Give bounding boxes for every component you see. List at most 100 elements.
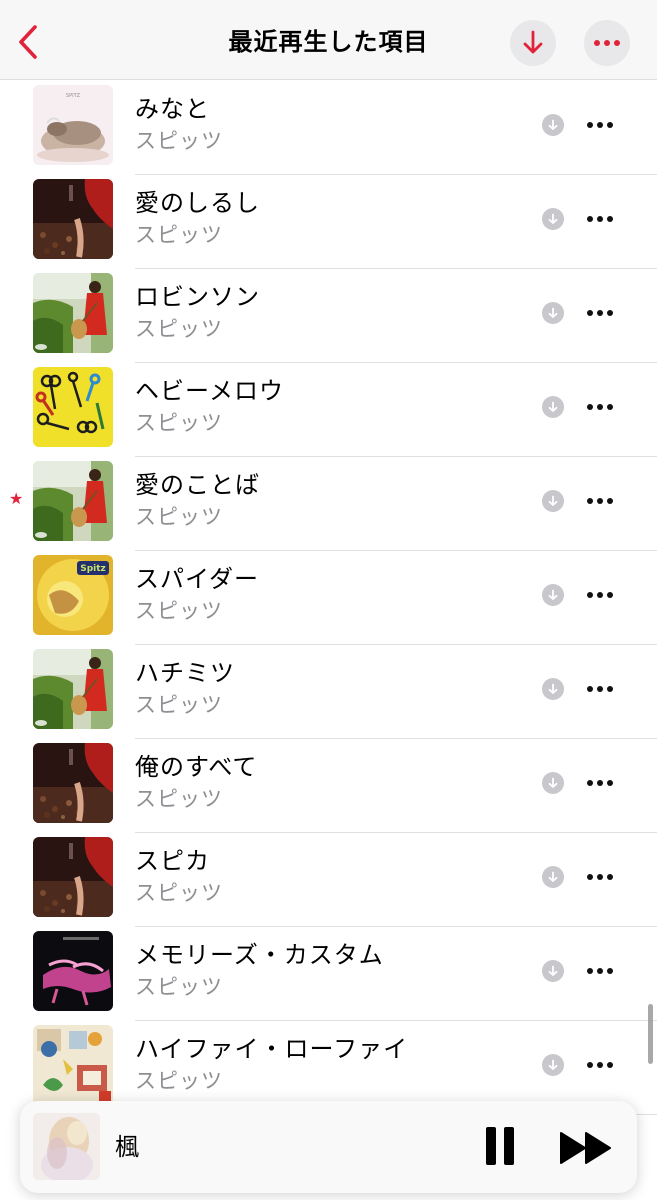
song-more-button[interactable] xyxy=(582,1049,618,1081)
ellipsis-icon xyxy=(587,874,613,880)
ellipsis-icon xyxy=(587,592,613,598)
song-row[interactable]: ヘビーメロウ スピッツ xyxy=(0,363,657,457)
download-arrow-icon xyxy=(548,213,558,224)
album-text: Spitz xyxy=(80,564,106,574)
album-artwork[interactable] xyxy=(33,743,113,823)
download-arrow-icon xyxy=(523,30,543,54)
fast-forward-icon[interactable] xyxy=(560,1131,612,1165)
download-button[interactable] xyxy=(542,772,564,794)
song-artist: スピッツ xyxy=(135,693,223,717)
album-artwork[interactable] xyxy=(33,1025,113,1105)
star-icon: ★ xyxy=(9,489,24,508)
song-more-button[interactable] xyxy=(582,861,618,893)
download-arrow-icon xyxy=(548,683,558,694)
song-title: メモリーズ・カスタム xyxy=(135,941,384,969)
album-artwork[interactable] xyxy=(33,367,113,447)
nav-header: 最近再生した項目 xyxy=(0,0,657,80)
song-row[interactable]: Spitz スパイダー スピッツ xyxy=(0,551,657,645)
song-artist: スピッツ xyxy=(135,975,223,999)
song-title: スピカ xyxy=(135,847,210,875)
song-more-button[interactable] xyxy=(582,203,618,235)
pause-button[interactable] xyxy=(483,1127,517,1167)
ellipsis-icon xyxy=(587,216,613,222)
mini-player[interactable]: 楓 xyxy=(20,1101,637,1193)
album-artwork[interactable] xyxy=(33,931,113,1011)
download-arrow-icon xyxy=(548,495,558,506)
song-more-button[interactable] xyxy=(582,485,618,517)
song-artist: スピッツ xyxy=(135,505,223,529)
download-arrow-icon xyxy=(548,307,558,318)
song-title: 愛のしるし xyxy=(135,189,260,217)
download-arrow-icon xyxy=(548,777,558,788)
album-artwork[interactable] xyxy=(33,837,113,917)
album-artwork[interactable]: Spitz xyxy=(33,555,113,635)
pause-icon-bar-right xyxy=(504,1127,514,1165)
song-more-button[interactable] xyxy=(582,297,618,329)
download-all-button[interactable] xyxy=(510,20,556,66)
download-button[interactable] xyxy=(542,960,564,982)
download-button[interactable] xyxy=(542,490,564,512)
ellipsis-icon xyxy=(587,968,613,974)
ellipsis-icon xyxy=(587,404,613,410)
download-arrow-icon xyxy=(548,871,558,882)
song-title: 俺のすべて xyxy=(135,753,258,781)
song-title: ハチミツ xyxy=(135,659,235,687)
song-artist: スピッツ xyxy=(135,223,223,247)
song-title: スパイダー xyxy=(135,565,260,593)
song-more-button[interactable] xyxy=(582,109,618,141)
ellipsis-icon xyxy=(587,310,613,316)
download-arrow-icon xyxy=(548,119,558,130)
download-button[interactable] xyxy=(542,584,564,606)
song-title: ヘビーメロウ xyxy=(135,377,285,405)
song-row[interactable]: SPITZ みなと スピッツ xyxy=(0,81,657,175)
song-artist: スピッツ xyxy=(135,411,223,435)
download-arrow-icon xyxy=(548,589,558,600)
song-row[interactable]: 愛のしるし スピッツ xyxy=(0,175,657,269)
song-more-button[interactable] xyxy=(582,673,618,705)
download-button[interactable] xyxy=(542,678,564,700)
ellipsis-icon xyxy=(594,40,620,46)
song-more-button[interactable] xyxy=(582,579,618,611)
song-row[interactable]: 俺のすべて スピッツ xyxy=(0,739,657,833)
album-artwork[interactable] xyxy=(33,273,113,353)
song-row[interactable]: ★ 愛のことば スピッツ xyxy=(0,457,657,551)
more-options-button[interactable] xyxy=(584,20,630,66)
chevron-left-icon xyxy=(19,25,37,59)
song-more-button[interactable] xyxy=(582,955,618,987)
download-button[interactable] xyxy=(542,114,564,136)
song-row[interactable]: ロビンソン スピッツ xyxy=(0,269,657,363)
download-arrow-icon xyxy=(548,401,558,412)
download-button[interactable] xyxy=(542,866,564,888)
song-title: ロビンソン xyxy=(135,283,260,311)
ellipsis-icon xyxy=(587,780,613,786)
album-artwork[interactable]: SPITZ xyxy=(33,85,113,165)
song-title: 愛のことば xyxy=(135,471,260,499)
song-artist: スピッツ xyxy=(135,881,223,905)
pause-icon-bar-left xyxy=(486,1127,496,1165)
song-row[interactable]: ハチミツ スピッツ xyxy=(0,645,657,739)
song-artist: スピッツ xyxy=(135,599,223,623)
song-more-button[interactable] xyxy=(582,391,618,423)
download-button[interactable] xyxy=(542,396,564,418)
download-arrow-icon xyxy=(548,965,558,976)
download-button[interactable] xyxy=(542,208,564,230)
scrollbar[interactable] xyxy=(648,1004,653,1064)
album-artwork[interactable] xyxy=(33,179,113,259)
song-row[interactable]: メモリーズ・カスタム スピッツ xyxy=(0,927,657,1021)
song-artist: スピッツ xyxy=(135,129,223,153)
song-artist: スピッツ xyxy=(135,317,223,341)
song-title: ハイファイ・ローファイ xyxy=(135,1035,409,1063)
ellipsis-icon xyxy=(587,686,613,692)
back-button[interactable] xyxy=(8,20,48,64)
album-artwork[interactable] xyxy=(33,649,113,729)
song-more-button[interactable] xyxy=(582,767,618,799)
download-button[interactable] xyxy=(542,302,564,324)
now-playing-artwork[interactable] xyxy=(33,1113,100,1180)
download-arrow-icon xyxy=(548,1059,558,1070)
song-row[interactable]: スピカ スピッツ xyxy=(0,833,657,927)
song-artist: スピッツ xyxy=(135,1069,223,1093)
recently-played-screen: 最近再生した項目 SPITZ みなと スピッツ 愛のしるし スピッツ ロビンソン… xyxy=(0,0,657,1200)
download-button[interactable] xyxy=(542,1054,564,1076)
album-artwork[interactable] xyxy=(33,461,113,541)
song-list: SPITZ みなと スピッツ 愛のしるし スピッツ ロビンソン スピッツ ヘビー… xyxy=(0,81,657,1115)
